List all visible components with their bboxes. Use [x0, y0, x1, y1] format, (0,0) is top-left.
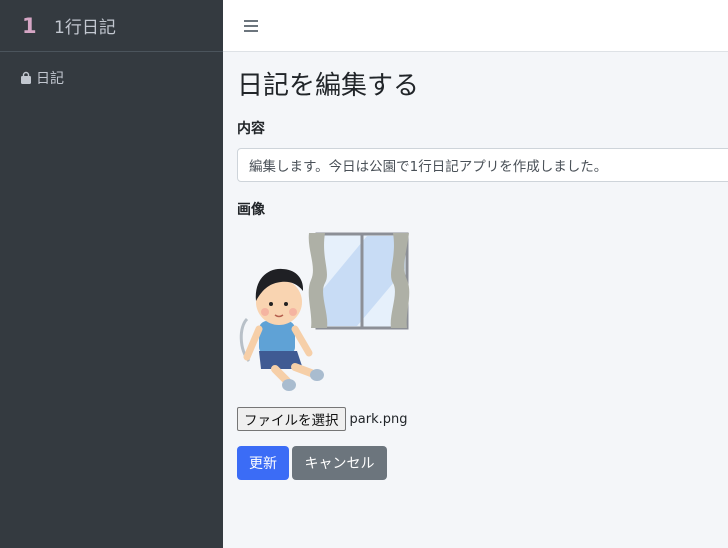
sidebar: 1 1行日記 日記	[0, 0, 223, 548]
main-area: 日記を編集する 内容 画像	[223, 0, 728, 548]
topbar	[223, 0, 728, 52]
update-button[interactable]: 更新	[237, 446, 289, 480]
brand-logo: 1	[22, 13, 37, 38]
sidebar-item-diary[interactable]: 日記	[0, 68, 223, 88]
bag-icon	[21, 71, 31, 84]
file-select-button[interactable]: ファイルを選択	[237, 407, 346, 431]
content-label: 内容	[237, 121, 265, 137]
content-input[interactable]	[237, 148, 728, 182]
file-row: ファイルを選択 park.png	[237, 407, 728, 431]
diary-image	[239, 232, 410, 391]
image-label: 画像	[237, 202, 265, 218]
page-title: 日記を編集する	[237, 71, 420, 101]
form-buttons: 更新 キャンセル	[237, 446, 728, 480]
file-name: park.png	[349, 411, 408, 427]
cancel-button[interactable]: キャンセル	[292, 446, 387, 480]
sidebar-item-label: 日記	[36, 71, 64, 87]
brand-link[interactable]: 1 1行日記	[0, 0, 223, 52]
content: 日記を編集する 内容 画像	[223, 65, 728, 480]
hamburger-icon[interactable]	[244, 19, 258, 32]
brand-title: 1行日記	[54, 18, 116, 38]
